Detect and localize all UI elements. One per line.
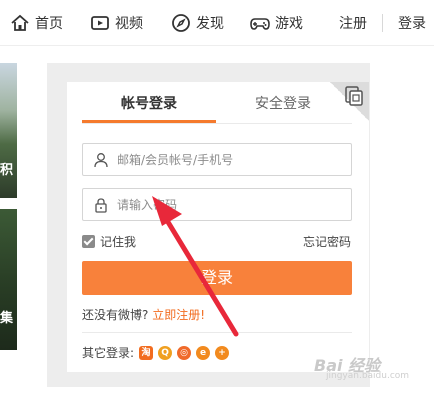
divider — [82, 332, 352, 333]
register-prompt: 还没有微博? 立即注册! — [82, 306, 205, 323]
top-navigation: 首页 视频 发现 游戏 注册 登录 — [0, 0, 434, 46]
background-photo: 积 — [0, 63, 17, 198]
nav-register[interactable]: 注册 — [339, 0, 367, 46]
nav-discover-label: 发现 — [196, 16, 224, 32]
username-field[interactable] — [82, 143, 352, 176]
remember-me[interactable]: 记住我 — [82, 233, 136, 249]
login-box — [67, 82, 369, 372]
username-input[interactable] — [117, 152, 337, 167]
more-login-icon[interactable]: + — [215, 345, 230, 360]
nav-login-label: 登录 — [398, 16, 426, 32]
login-button[interactable]: 登录 — [82, 261, 352, 295]
nav-video-label: 视频 — [115, 16, 143, 32]
gamepad-icon — [250, 18, 270, 30]
compass-icon — [172, 14, 190, 32]
tab-divider — [82, 123, 352, 124]
nav-divider — [382, 14, 383, 32]
remember-me-checkbox[interactable] — [82, 234, 95, 248]
watermark-url: jingyan.baidu.com — [326, 371, 410, 381]
nav-games-label: 游戏 — [275, 16, 303, 32]
video-icon — [91, 16, 109, 30]
nav-home[interactable]: 首页 — [10, 0, 63, 46]
nav-home-label: 首页 — [35, 16, 63, 32]
tianyi-cloud-login-icon[interactable]: e — [196, 345, 211, 360]
background-strip: 积 集 — [0, 63, 17, 350]
other-login-label: 其它登录: — [82, 346, 135, 360]
register-now-link[interactable]: 立即注册! — [152, 308, 205, 322]
remember-me-label: 记住我 — [100, 234, 137, 249]
background-photo: 集 — [0, 209, 17, 350]
nav-discover[interactable]: 发现 — [171, 0, 224, 46]
tab-account-login[interactable]: 帐号登录 — [82, 93, 216, 123]
nav-register-label: 注册 — [339, 16, 367, 32]
qq-login-icon[interactable]: Q — [158, 345, 173, 360]
tianyi-login-icon[interactable]: ◎ — [177, 345, 192, 360]
taobao-login-icon[interactable]: 淘 — [139, 345, 154, 360]
nav-games[interactable]: 游戏 — [250, 0, 303, 46]
other-login-row: 其它登录: 淘 Q ◎ e + — [82, 344, 230, 361]
password-field[interactable] — [82, 188, 352, 221]
password-input[interactable] — [117, 197, 337, 212]
background-caption: 集 — [0, 311, 14, 326]
nav-login[interactable]: 登录 — [398, 0, 426, 46]
home-icon — [11, 14, 29, 31]
register-prompt-text: 还没有微博? — [82, 308, 149, 322]
user-icon — [94, 152, 108, 167]
background-caption: 积 — [0, 163, 14, 178]
tab-secure-login[interactable]: 安全登录 — [216, 93, 350, 123]
forgot-password-link[interactable]: 忘记密码 — [303, 233, 351, 250]
lock-icon — [95, 197, 107, 213]
nav-video[interactable]: 视频 — [90, 0, 143, 46]
